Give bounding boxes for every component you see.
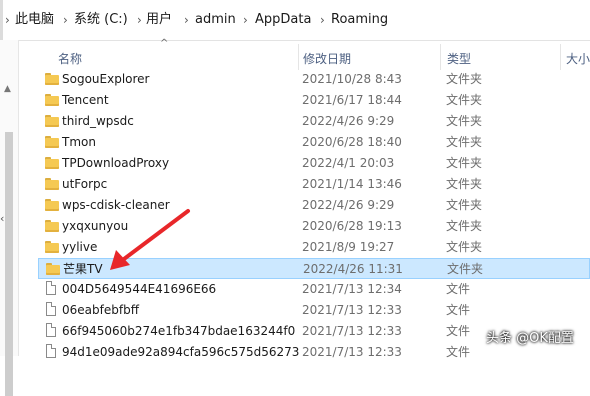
- file-row[interactable]: yylive 2021/8/9 19:27 文件夹: [38, 237, 590, 258]
- chevron-right-icon[interactable]: ›: [243, 12, 248, 28]
- file-name[interactable]: Tmon: [62, 135, 96, 150]
- scroll-up-arrow-icon[interactable]: ▲: [4, 84, 11, 94]
- breadcrumb-users[interactable]: 用户: [146, 12, 172, 28]
- file-name[interactable]: SogouExplorer: [62, 72, 150, 87]
- file-row[interactable]: wps-cdisk-cleaner 2022/4/26 9:29 文件夹: [38, 195, 590, 216]
- sort-ascending-icon: ^: [160, 38, 169, 49]
- chevron-right-icon[interactable]: ›: [320, 12, 325, 28]
- file-modified-date: 2022/4/26 9:29: [302, 198, 395, 212]
- file-name[interactable]: wps-cdisk-cleaner: [62, 198, 170, 213]
- file-row[interactable]: Tencent 2021/6/17 18:44 文件夹: [38, 90, 590, 111]
- folder-icon: [46, 263, 60, 275]
- file-modified-date: 2020/6/28 19:13: [302, 219, 402, 233]
- file-row[interactable]: 004D5649544E41696E66 2021/7/13 12:34 文件: [38, 279, 590, 300]
- file-row[interactable]: TPDownloadProxy 2022/4/1 20:03 文件夹: [38, 153, 590, 174]
- folder-icon: [45, 157, 59, 169]
- breadcrumb-admin[interactable]: admin: [195, 12, 236, 28]
- file-type: 文件: [446, 345, 471, 359]
- file-name[interactable]: Tencent: [62, 93, 109, 108]
- chevron-right-icon[interactable]: ›: [184, 12, 189, 28]
- file-modified-date: 2022/4/1 20:03: [302, 156, 395, 170]
- folder-icon: [45, 73, 59, 85]
- file-row[interactable]: yxqxunyou 2020/6/28 19:13 文件夹: [38, 216, 590, 237]
- file-type: 文件夹: [446, 114, 483, 128]
- chevron-right-icon[interactable]: ›: [63, 12, 68, 28]
- file-type: 文件夹: [446, 156, 483, 170]
- file-row[interactable]: 06eabfebfbff 2021/7/13 12:33 文件: [38, 300, 590, 321]
- file-modified-date: 2020/6/28 18:40: [302, 135, 402, 149]
- file-modified-date: 2021/1/14 13:46: [302, 177, 402, 191]
- file-type: 文件夹: [446, 72, 483, 86]
- file-modified-date: 2021/7/13 12:33: [302, 324, 402, 338]
- file-row-selected[interactable]: 芒果TV 2022/4/26 11:31 文件夹: [38, 258, 590, 279]
- breadcrumb-roaming[interactable]: Roaming: [331, 12, 388, 28]
- file-type: 文件夹: [446, 135, 483, 149]
- file-icon: [46, 323, 56, 337]
- file-modified-date: 2021/7/13 12:34: [302, 282, 402, 296]
- file-type: 文件夹: [447, 262, 484, 276]
- navigation-pane[interactable]: ▲ ‹: [0, 40, 19, 396]
- file-modified-date: 2022/4/26 9:29: [302, 114, 395, 128]
- file-type: 文件: [446, 282, 471, 296]
- column-divider[interactable]: [440, 44, 441, 70]
- file-name[interactable]: utForpc: [62, 177, 107, 192]
- folder-icon: [45, 241, 59, 253]
- file-type: 文件夹: [446, 219, 483, 233]
- scrollbar-thumb[interactable]: [5, 132, 13, 396]
- file-type: 文件夹: [446, 93, 483, 107]
- watermark-text: 头条 @OK配置: [486, 331, 574, 346]
- file-modified-date: 2021/6/17 18:44: [302, 93, 402, 107]
- chevron-right-icon[interactable]: ›: [5, 12, 10, 28]
- column-divider[interactable]: [560, 44, 561, 70]
- file-type: 文件夹: [446, 177, 483, 191]
- file-row[interactable]: SogouExplorer 2021/10/28 8:43 文件夹: [38, 69, 590, 90]
- folder-icon: [45, 115, 59, 127]
- file-row[interactable]: third_wpsdc 2022/4/26 9:29 文件夹: [38, 111, 590, 132]
- nav-partial-glyph-icon: ‹: [0, 212, 5, 225]
- breadcrumb-appdata[interactable]: AppData: [255, 12, 311, 28]
- file-type: 文件: [446, 324, 471, 338]
- file-type: 文件夹: [446, 198, 483, 212]
- file-icon: [46, 302, 56, 316]
- file-type: 文件: [446, 303, 471, 317]
- address-bar-edge: [0, 0, 3, 40]
- folder-icon: [45, 199, 59, 211]
- address-bar[interactable]: › 此电脑 › 系统 (C:) › 用户 › admin › AppData ›…: [0, 0, 590, 41]
- chevron-right-icon[interactable]: ›: [137, 12, 142, 28]
- file-row[interactable]: Tmon 2020/6/28 18:40 文件夹: [38, 132, 590, 153]
- file-name[interactable]: yylive: [62, 240, 97, 255]
- file-row[interactable]: utForpc 2021/1/14 13:46 文件夹: [38, 174, 590, 195]
- file-name[interactable]: 004D5649544E41696E66: [62, 282, 216, 297]
- file-modified-date: 2021/10/28 8:43: [302, 72, 402, 86]
- file-name[interactable]: 芒果TV: [63, 262, 103, 277]
- file-modified-date: 2021/7/13 12:33: [302, 345, 402, 359]
- breadcrumb-system-c[interactable]: 系统 (C:): [74, 12, 128, 28]
- file-name[interactable]: 66f945060b274e1fb347bdae163244f0: [62, 324, 295, 339]
- file-name[interactable]: 06eabfebfbff: [62, 303, 139, 318]
- folder-icon: [45, 94, 59, 106]
- file-name[interactable]: 94d1e09ade92a894cfa596c575d56273: [62, 345, 299, 360]
- file-name[interactable]: third_wpsdc: [62, 114, 134, 129]
- folder-icon: [45, 178, 59, 190]
- folder-icon: [45, 136, 59, 148]
- folder-icon: [45, 220, 59, 232]
- file-name[interactable]: TPDownloadProxy: [62, 156, 169, 171]
- file-modified-date: 2021/8/9 19:27: [302, 240, 395, 254]
- file-modified-date: 2022/4/26 11:31: [303, 262, 403, 276]
- file-name[interactable]: yxqxunyou: [62, 219, 128, 234]
- file-type: 文件夹: [446, 240, 483, 254]
- file-modified-date: 2021/7/13 12:33: [302, 303, 402, 317]
- column-divider[interactable]: [298, 44, 299, 70]
- breadcrumb-this-pc[interactable]: 此电脑: [15, 12, 54, 28]
- file-icon: [46, 281, 56, 295]
